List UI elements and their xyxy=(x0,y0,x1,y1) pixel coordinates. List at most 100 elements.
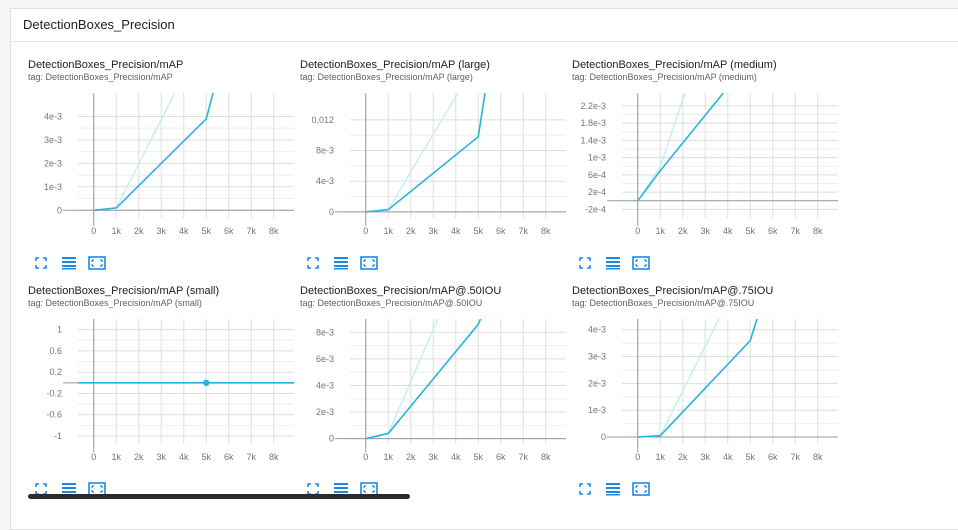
chart-title: DetectionBoxes_Precision/mAP@.75IOU xyxy=(572,285,774,297)
x-tick-label: 2k xyxy=(678,226,688,236)
line-chart[interactable]: 0 1k 2k 3k 4k 5k 6k 7k 8k -1 -0.6 -0.2 0.2 0.6 1 xyxy=(28,311,294,464)
fullscreen-icon[interactable] xyxy=(32,255,50,271)
chart-toolbar xyxy=(32,255,106,271)
y-tick-label: 8e-3 xyxy=(316,327,334,337)
y-tick-label: 0 xyxy=(57,205,62,215)
x-tick-label: 4k xyxy=(179,226,189,236)
chart-title: DetectionBoxes_Precision/mAP (small) xyxy=(28,285,220,297)
x-tick-label: 3k xyxy=(700,452,710,462)
y-tick-label: 3e-3 xyxy=(588,352,606,362)
chart-card: DetectionBoxes_Precision/mAP (medium) tag… xyxy=(572,59,842,284)
y-tick-label: 1e-3 xyxy=(44,182,62,192)
x-tick-label: 8k xyxy=(269,226,279,236)
x-tick-label: 5k xyxy=(473,452,483,462)
y-tick-label: 2e-3 xyxy=(316,407,334,417)
x-tick-label: 4k xyxy=(723,226,733,236)
line-chart[interactable]: 0 1k 2k 3k 4k 5k 6k 7k 8k 0 4e-3 8e-3 0.012 xyxy=(300,85,566,238)
x-tick-label: 1k xyxy=(383,452,393,462)
x-tick-label: 3k xyxy=(428,226,438,236)
x-tick-label: 6k xyxy=(496,226,506,236)
series-line-raw xyxy=(365,93,459,213)
line-chart[interactable]: 0 1k 2k 3k 4k 5k 6k 7k 8k -2e-4 2e-4 6e-4 1e-3 1.4e-3… xyxy=(572,85,838,238)
line-chart[interactable]: 0 1k 2k 3k 4k 5k 6k 7k 8k 0 1e-3 2e-3 3e-3 4e-3 xyxy=(572,311,838,464)
x-tick-label: 0 xyxy=(91,226,96,236)
x-tick-label: 2k xyxy=(678,452,688,462)
panel-header[interactable]: DetectionBoxes_Precision xyxy=(11,9,958,42)
toggle-log-scale-icon[interactable] xyxy=(604,481,622,497)
x-tick-label: 3k xyxy=(156,452,166,462)
y-tick-label: 1e-3 xyxy=(588,153,606,163)
y-tick-label: 1.8e-3 xyxy=(580,118,606,128)
fit-domain-icon[interactable] xyxy=(632,481,650,497)
x-tick-label: 3k xyxy=(428,452,438,462)
x-tick-label: 4k xyxy=(179,452,189,462)
y-tick-label: 8e-3 xyxy=(316,146,334,156)
x-tick-label: 6k xyxy=(768,452,778,462)
x-tick-label: 7k xyxy=(518,452,528,462)
y-tick-label: 0.2 xyxy=(49,367,62,377)
y-tick-label: 4e-3 xyxy=(316,176,334,186)
y-tick-label: 6e-4 xyxy=(588,170,606,180)
fullscreen-icon[interactable] xyxy=(576,255,594,271)
chart-tag: tag: DetectionBoxes_Precision/mAP (mediu… xyxy=(572,72,757,82)
fullscreen-icon[interactable] xyxy=(304,255,322,271)
fit-domain-icon[interactable] xyxy=(360,255,378,271)
x-tick-label: 6k xyxy=(224,226,234,236)
series-line-smoothed xyxy=(365,93,486,213)
line-chart[interactable]: 0 1k 2k 3k 4k 5k 6k 7k 8k 0 2e-3 4e-3 6e-3 8e-3 xyxy=(300,311,566,464)
x-tick-label: 6k xyxy=(224,452,234,462)
y-tick-label: 4e-3 xyxy=(44,111,62,121)
x-tick-label: 2k xyxy=(406,452,416,462)
x-tick-label: 0 xyxy=(635,226,640,236)
toggle-log-scale-icon[interactable] xyxy=(60,255,78,271)
x-tick-label: 5k xyxy=(745,452,755,462)
series-line-raw xyxy=(637,319,720,438)
y-tick-label: 0 xyxy=(329,207,334,217)
y-tick-label: 0.6 xyxy=(49,346,62,356)
x-tick-label: 5k xyxy=(201,452,211,462)
y-tick-label: 2e-3 xyxy=(588,378,606,388)
chart-title: DetectionBoxes_Precision/mAP xyxy=(28,59,184,71)
chart-card: DetectionBoxes_Precision/mAP (large) tag:… xyxy=(300,59,570,284)
toggle-log-scale-icon[interactable] xyxy=(332,255,350,271)
y-tick-label: 2.2e-3 xyxy=(580,101,606,111)
chart-title: DetectionBoxes_Precision/mAP@.50IOU xyxy=(300,285,502,297)
x-tick-label: 0 xyxy=(635,452,640,462)
x-tick-label: 7k xyxy=(518,226,528,236)
chart-card: DetectionBoxes_Precision/mAP@.75IOU tag: … xyxy=(572,285,842,510)
x-tick-label: 0 xyxy=(363,226,368,236)
chart-toolbar xyxy=(576,255,650,271)
x-tick-label: 6k xyxy=(496,452,506,462)
fit-domain-icon[interactable] xyxy=(88,255,106,271)
x-tick-label: 8k xyxy=(269,452,279,462)
x-tick-label: 8k xyxy=(541,452,551,462)
x-tick-label: 7k xyxy=(790,226,800,236)
series-line-smoothed xyxy=(365,319,482,440)
y-tick-label: 2e-4 xyxy=(588,187,606,197)
x-tick-label: 4k xyxy=(451,226,461,236)
panel-title: DetectionBoxes_Precision xyxy=(23,17,175,32)
toggle-log-scale-icon[interactable] xyxy=(604,255,622,271)
x-tick-label: 1k xyxy=(655,452,665,462)
horizontal-scrollbar[interactable] xyxy=(28,494,410,499)
x-tick-label: 4k xyxy=(723,452,733,462)
x-tick-label: 1k xyxy=(111,226,121,236)
chart-toolbar xyxy=(304,255,378,271)
series-line-smoothed xyxy=(637,319,758,438)
x-tick-label: 2k xyxy=(134,226,144,236)
series-line-raw xyxy=(365,319,439,440)
fit-domain-icon[interactable] xyxy=(632,255,650,271)
data-point-marker[interactable] xyxy=(203,379,210,387)
y-tick-label: -1 xyxy=(54,431,62,441)
y-tick-label: 6e-3 xyxy=(316,354,334,364)
x-tick-label: 3k xyxy=(156,226,166,236)
fullscreen-icon[interactable] xyxy=(576,481,594,497)
chart-title: DetectionBoxes_Precision/mAP (large) xyxy=(300,59,490,71)
chart-toolbar xyxy=(576,481,650,497)
line-chart[interactable]: 0 1k 2k 3k 4k 5k 6k 7k 8k 0 1e-3 2e-3 3e-3 4e-3 xyxy=(28,85,294,238)
x-tick-label: 5k xyxy=(745,226,755,236)
y-tick-label: 4e-3 xyxy=(316,380,334,390)
x-tick-label: 2k xyxy=(134,452,144,462)
chart-card: DetectionBoxes_Precision/mAP tag: Detecti… xyxy=(28,59,298,284)
x-tick-label: 6k xyxy=(768,226,778,236)
